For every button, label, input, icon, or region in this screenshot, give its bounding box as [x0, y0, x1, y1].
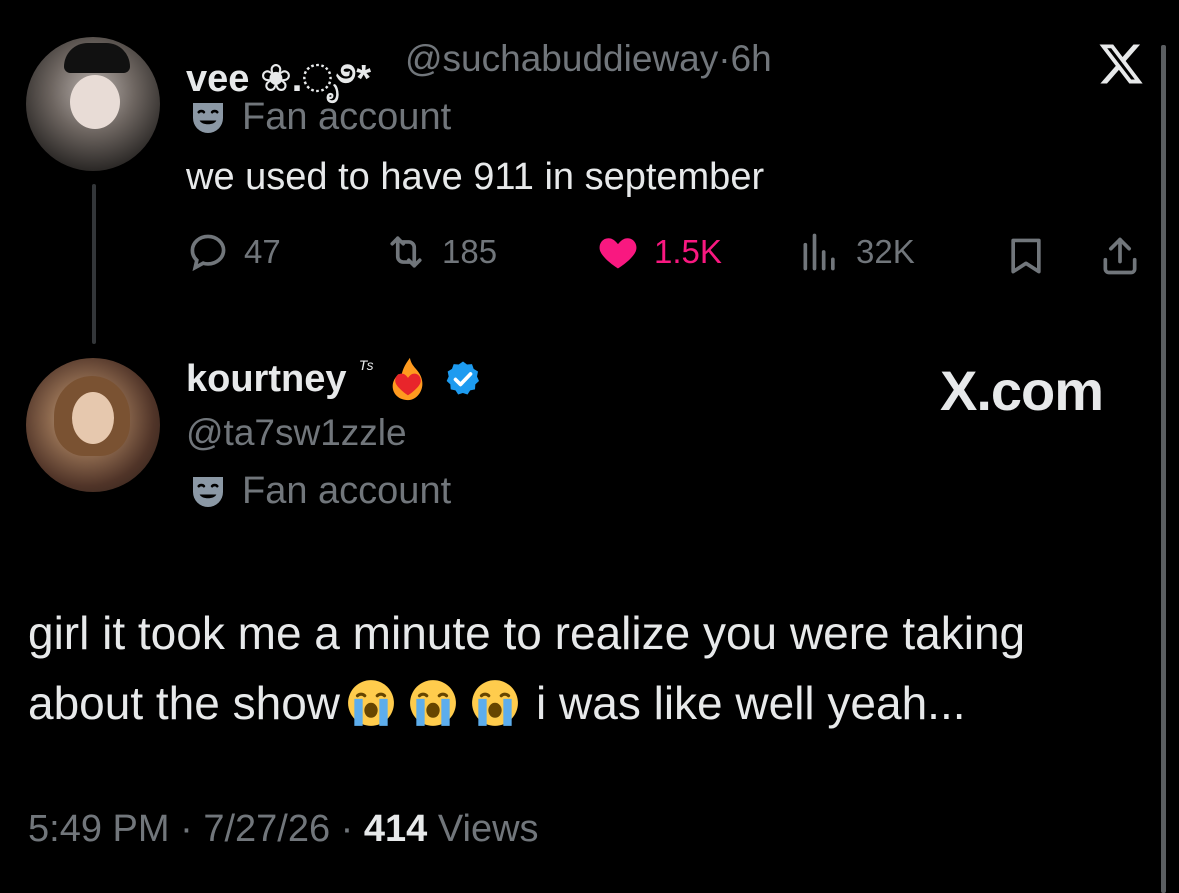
display-name-row[interactable]: kourtney ᵀˢ	[186, 356, 483, 402]
handle[interactable]: @ta7sw1zzle	[186, 412, 407, 454]
tweet-text-line: about the show i was like well yeah...	[28, 668, 1148, 738]
tweet-text-line: girl it took me a minute to realize you …	[28, 607, 1026, 659]
theater-mask-icon	[193, 102, 223, 133]
separator: ·	[180, 808, 204, 850]
fan-account-label: Fan account	[188, 470, 451, 513]
scrollbar[interactable]	[1161, 45, 1166, 893]
date[interactable]: 7/27/26	[203, 808, 330, 850]
tweet-text: we used to have 911 in september	[186, 156, 765, 198]
like-button[interactable]: 1.5K	[596, 230, 722, 274]
time-ago[interactable]: 6h	[731, 38, 772, 79]
x-logo-icon[interactable]	[1095, 40, 1147, 88]
like-count: 1.5K	[654, 233, 722, 270]
views-label: Views	[437, 808, 539, 850]
label-text: Fan account	[242, 470, 452, 512]
avatar[interactable]	[26, 37, 160, 171]
verified-badge-icon[interactable]	[443, 359, 483, 399]
handle-and-time[interactable]: @suchabuddieway·6h	[405, 38, 772, 80]
avatar-face	[72, 392, 114, 444]
separator: ·	[340, 808, 364, 850]
label-text: Fan account	[242, 96, 452, 138]
handle[interactable]: @suchabuddieway	[405, 38, 718, 79]
reply-count: 47	[244, 233, 281, 270]
display-name[interactable]: kourtney	[186, 358, 346, 401]
bookmark-icon[interactable]	[1004, 234, 1048, 278]
heart-on-fire-icon	[392, 357, 423, 401]
fan-account-label: Fan account	[188, 96, 451, 139]
avatar-face	[70, 75, 120, 129]
tweet-metadata: 5:49 PM · 7/27/26 · 414 Views	[28, 808, 539, 851]
loudly-crying-face-icon	[472, 680, 518, 726]
tweet-text-segment: about the show	[28, 677, 341, 729]
views-count: 32K	[856, 233, 915, 270]
timestamp[interactable]: 5:49 PM	[28, 808, 170, 850]
views-count[interactable]: 414	[364, 808, 427, 850]
separator: ·	[718, 38, 731, 79]
views-button[interactable]: 32K	[798, 230, 915, 274]
thread-connector	[92, 184, 96, 344]
tweet-text: girl it took me a minute to realize you …	[28, 598, 1148, 738]
reply-button[interactable]: 47	[186, 230, 281, 274]
loudly-crying-face-icon	[410, 680, 456, 726]
share-icon[interactable]	[1098, 234, 1142, 278]
tweet-text-segment: i was like well yeah...	[536, 677, 966, 729]
heart-filled-icon	[599, 238, 637, 269]
reply-icon	[190, 234, 226, 272]
repost-button[interactable]: 185	[384, 230, 497, 274]
analytics-icon	[803, 233, 835, 271]
repost-count: 185	[442, 233, 498, 270]
x-com-watermark: X.com	[940, 359, 1104, 422]
loudly-crying-face-icon	[348, 680, 394, 726]
action-bar: 47 185 1.5K 32K	[186, 230, 1146, 282]
avatar[interactable]	[26, 358, 160, 492]
name-suffix: ᵀˢ	[358, 357, 373, 380]
repost-icon	[390, 236, 422, 268]
avatar-hat	[64, 43, 130, 73]
theater-mask-icon	[193, 476, 223, 507]
